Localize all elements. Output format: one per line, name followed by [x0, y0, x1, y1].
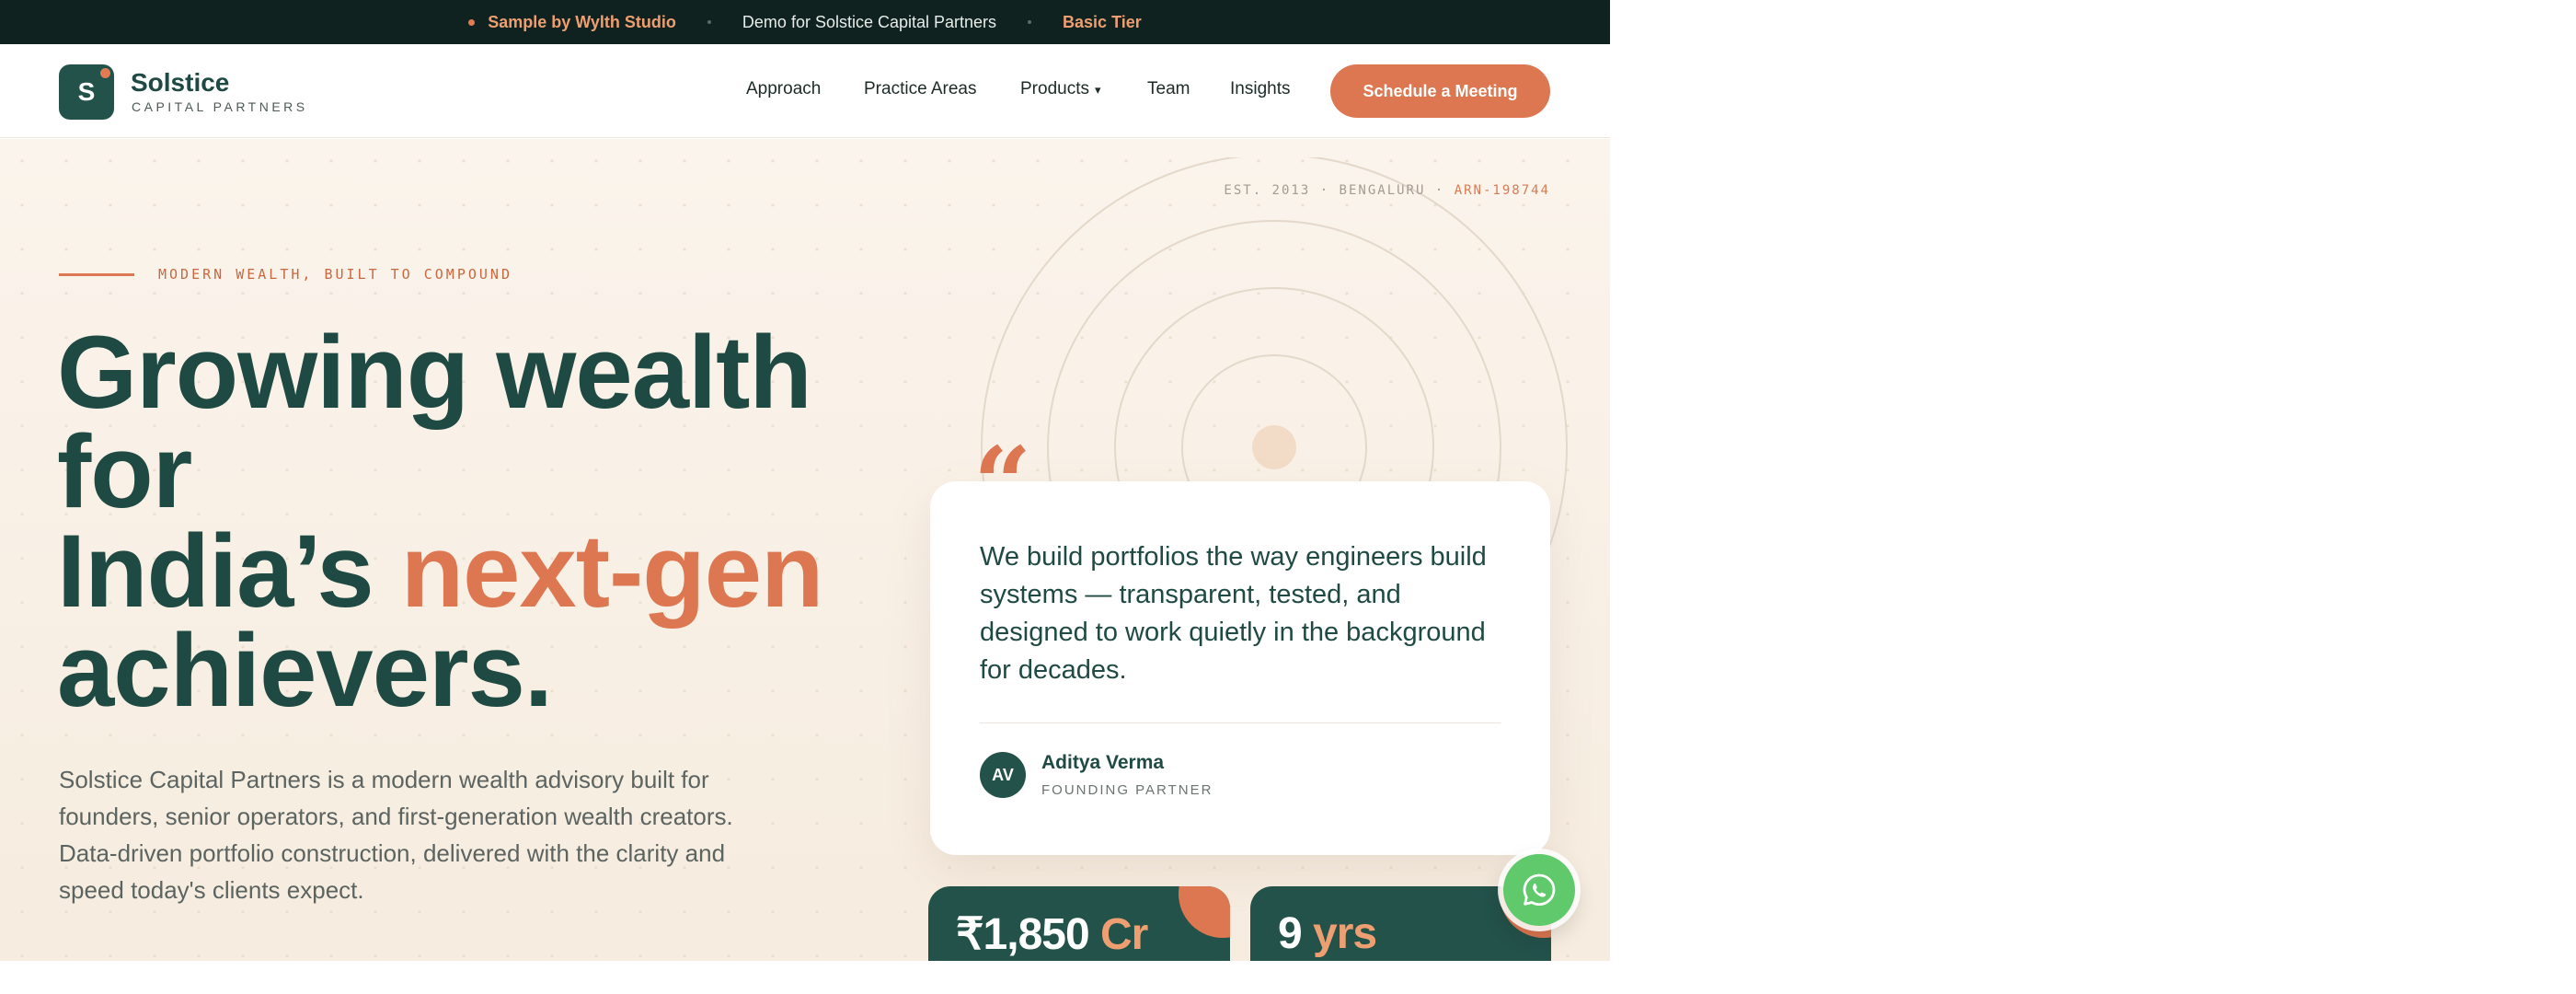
whatsapp-icon	[1523, 873, 1556, 906]
headline-line-2: for	[57, 414, 192, 529]
nav-insights[interactable]: Insights	[1230, 79, 1290, 99]
chevron-down-icon: ▾	[1094, 83, 1101, 97]
separator-dot-icon	[1028, 20, 1032, 24]
headline-line-4: achievers.	[57, 613, 553, 728]
studio-credit[interactable]: Sample by Wylth Studio	[468, 13, 676, 32]
headline-line-1: Growing wealth	[57, 315, 812, 430]
nav-products-label: Products	[1020, 79, 1089, 98]
author-role: FOUNDING PARTNER	[1041, 782, 1213, 798]
author-name: Aditya Verma	[1041, 752, 1165, 773]
arn-number: ARN-198744	[1454, 183, 1550, 198]
page: Sample by Wylth Studio Demo for Solstice…	[0, 0, 1610, 961]
headline-accent: next-gen	[400, 514, 824, 629]
stat-unit: yrs	[1313, 909, 1377, 958]
stat-value: 9 yrs	[1278, 908, 1377, 959]
schedule-meeting-button[interactable]: Schedule a Meeting	[1330, 64, 1550, 118]
headline-line-3: India’s next-gen	[57, 520, 823, 623]
nav-team[interactable]: Team	[1147, 79, 1190, 99]
demo-label: Demo for Solstice Capital Partners	[742, 12, 997, 31]
card-divider	[980, 722, 1501, 723]
eyebrow-rule	[59, 273, 134, 276]
eyebrow-label: MODERN WEALTH, BUILT TO COMPOUND	[158, 266, 512, 283]
est-location-text: EST. 2013 · BENGALURU ·	[1224, 183, 1455, 198]
tier-badge: Basic Tier	[1063, 12, 1142, 31]
nav-approach[interactable]: Approach	[746, 79, 821, 99]
nav-practice-areas[interactable]: Practice Areas	[864, 79, 977, 99]
headline-line-3-text: India’s	[57, 514, 401, 629]
stat-card-aum: ₹1,850 Cr	[928, 886, 1230, 961]
hero-description: Solstice Capital Partners is a modern we…	[59, 766, 733, 904]
hero-headline: Growing wealth for India’s next-gen achi…	[57, 315, 823, 728]
hero-section: EST. 2013 · BENGALURU · ARN-198744 MODER…	[0, 139, 1610, 961]
stat-number: 9	[1278, 909, 1303, 958]
stat-unit: Cr	[1100, 910, 1148, 959]
announcement-bar: Sample by Wylth Studio Demo for Solstice…	[0, 0, 1610, 44]
stat-value: ₹1,850 Cr	[956, 908, 1148, 960]
bullet-dot-icon	[468, 18, 476, 26]
corner-accent-decoration	[1179, 886, 1230, 938]
separator-dot-icon	[707, 20, 711, 24]
stat-number: ₹1,850	[956, 910, 1090, 959]
whatsapp-button[interactable]	[1503, 854, 1575, 926]
author-avatar: AV	[980, 752, 1026, 798]
nav-products[interactable]: Products ▾	[1020, 79, 1101, 99]
establishment-info: EST. 2013 · BENGALURU · ARN-198744	[1224, 183, 1550, 198]
testimonial-quote: We build portfolios the way engineers bu…	[980, 542, 1487, 685]
main-nav: S Solstice CAPITAL PARTNERS Approach Pra…	[0, 44, 1610, 138]
testimonial-card: We build portfolios the way engineers bu…	[930, 481, 1550, 855]
studio-credit-label: Sample by Wylth Studio	[488, 12, 676, 31]
